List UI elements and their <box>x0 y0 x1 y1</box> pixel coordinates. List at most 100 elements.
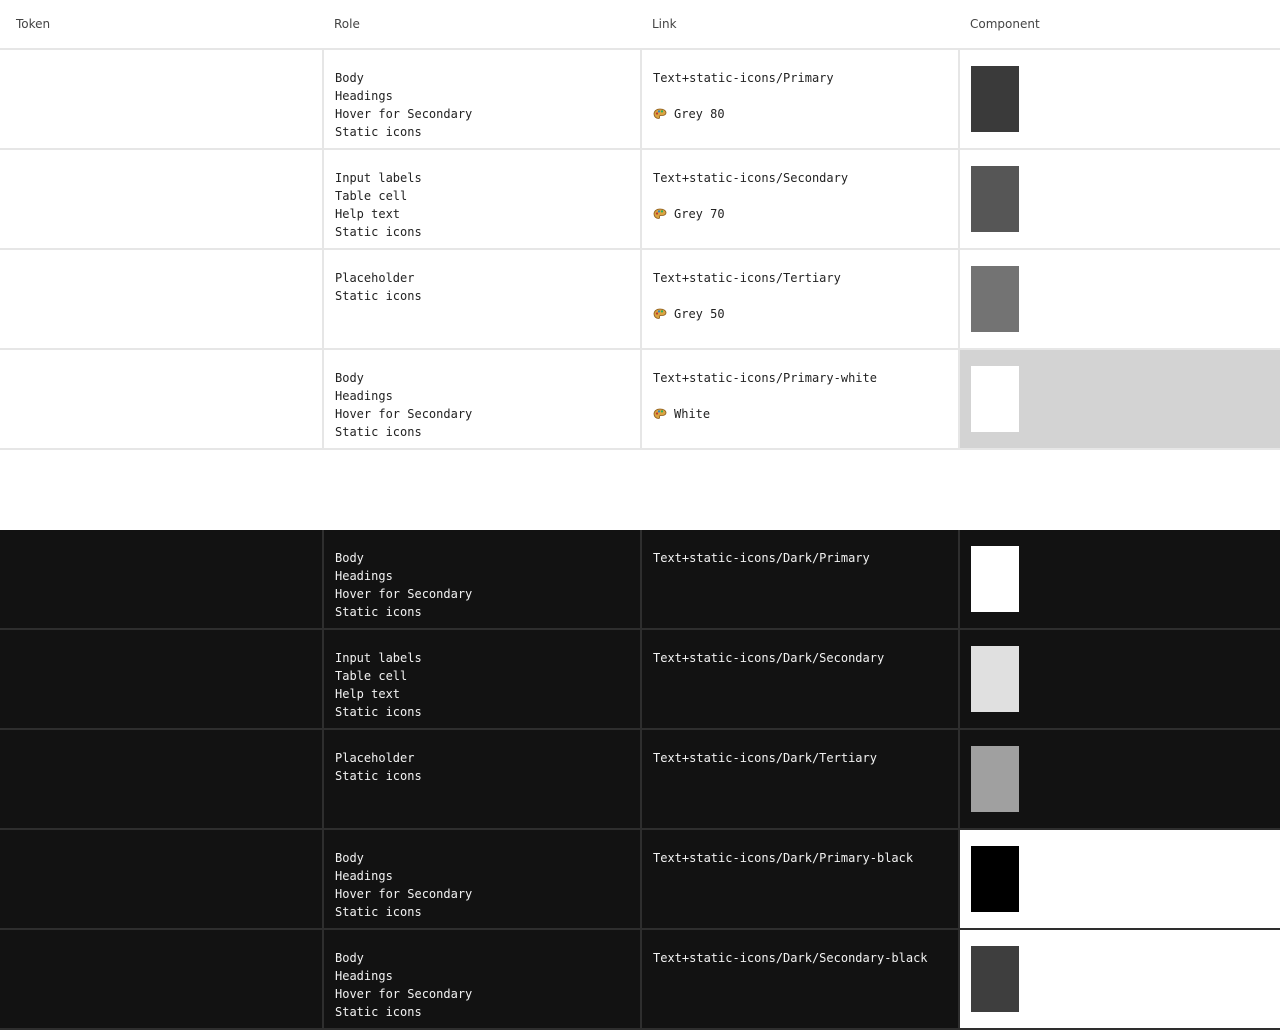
table-row: Placeholder Static icons Text+static-icons… <box>0 250 1280 350</box>
role-item: Input labels <box>335 651 422 665</box>
palette-icon <box>653 308 667 320</box>
role-item: Body <box>335 851 364 865</box>
dark-token-table: Body Headings Hover for Secondary Static ic… <box>0 530 1280 1030</box>
role-item: Body <box>335 551 364 565</box>
role-item: Table cell <box>335 189 408 203</box>
color-reference: Grey 80 <box>653 105 958 123</box>
role-item: Static icons <box>335 605 422 619</box>
color-reference-label: White <box>674 407 711 421</box>
color-reference-label: Grey 80 <box>674 107 725 121</box>
component-cell <box>958 630 1280 728</box>
role-cell: Body Headings Hover for Secondary Static ic… <box>322 830 640 928</box>
token-cell <box>0 630 322 728</box>
role-item: Input labels <box>335 171 422 185</box>
token-cell <box>0 930 322 1028</box>
component-cell <box>958 50 1280 148</box>
palette-icon <box>653 408 667 420</box>
header-link: Link <box>652 17 677 31</box>
header-component: Component <box>970 17 1040 31</box>
role-cell: Body Headings Hover for Secondary Static ic… <box>322 930 640 1028</box>
table-row: Body Headings Hover for Secondary Static ic… <box>0 930 1280 1030</box>
component-cell <box>958 730 1280 828</box>
token-link[interactable]: Text+static-icons/Tertiary <box>653 269 958 287</box>
link-cell: Text+static-icons/Dark/Primary <box>640 530 958 628</box>
role-item: Help text <box>335 687 401 701</box>
table-row: Body Headings Hover for Secondary Static ic… <box>0 530 1280 630</box>
role-item: Static icons <box>335 1005 422 1019</box>
component-cell <box>958 250 1280 348</box>
token-link[interactable]: Text+static-icons/Primary-white <box>653 369 958 387</box>
role-item: Static icons <box>335 289 422 303</box>
token-link[interactable]: Text+static-icons/Secondary <box>653 169 958 187</box>
link-cell: Text+static-icons/Dark/Primary-black <box>640 830 958 928</box>
role-item: Body <box>335 951 364 965</box>
role-item: Static icons <box>335 705 422 719</box>
palette-icon <box>653 108 667 120</box>
token-cell <box>0 530 322 628</box>
color-reference: Grey 70 <box>653 205 958 223</box>
role-item: Help text <box>335 207 401 221</box>
role-item: Static icons <box>335 769 422 783</box>
color-reference-label: Grey 70 <box>674 207 725 221</box>
role-item: Static icons <box>335 905 422 919</box>
token-link[interactable]: Text+static-icons/Primary <box>653 69 958 87</box>
role-item: Table cell <box>335 669 408 683</box>
role-item: Hover for Secondary <box>335 107 473 121</box>
role-item: Placeholder <box>335 271 415 285</box>
role-item: Hover for Secondary <box>335 987 473 1001</box>
token-cell <box>0 730 322 828</box>
color-swatch <box>971 746 1019 812</box>
component-cell <box>958 150 1280 248</box>
token-cell <box>0 830 322 928</box>
color-swatch <box>971 546 1019 612</box>
link-cell: Text+static-icons/Dark/Secondary <box>640 630 958 728</box>
role-item: Placeholder <box>335 751 415 765</box>
table-row: Input labels Table cell Help text Static ic… <box>0 630 1280 730</box>
color-reference: Grey 50 <box>653 305 958 323</box>
table-row: Body Headings Hover for Secondary Static ic… <box>0 830 1280 930</box>
token-link[interactable]: Text+static-icons/Dark/Primary-black <box>653 849 958 867</box>
component-cell <box>958 530 1280 628</box>
section-spacer <box>0 450 1280 530</box>
link-cell: Text+static-icons/Primary Grey 80 <box>640 50 958 148</box>
component-cell <box>958 930 1280 1028</box>
color-swatch <box>971 846 1019 912</box>
color-swatch <box>971 946 1019 1012</box>
role-cell: Placeholder Static icons <box>322 730 640 828</box>
token-cell <box>0 150 322 248</box>
light-token-table: Body Headings Hover for Secondary Static ic… <box>0 50 1280 450</box>
role-item: Headings <box>335 969 393 983</box>
token-cell <box>0 250 322 348</box>
link-cell: Text+static-icons/Tertiary Grey 50 <box>640 250 958 348</box>
token-link[interactable]: Text+static-icons/Dark/Secondary <box>653 649 958 667</box>
component-cell <box>958 350 1280 448</box>
role-item: Static icons <box>335 225 422 239</box>
token-cell <box>0 50 322 148</box>
palette-icon <box>653 208 667 220</box>
component-cell <box>958 830 1280 928</box>
color-swatch <box>971 366 1019 432</box>
role-item: Hover for Secondary <box>335 587 473 601</box>
role-item: Body <box>335 371 364 385</box>
token-cell <box>0 350 322 448</box>
role-item: Hover for Secondary <box>335 407 473 421</box>
link-cell: Text+static-icons/Secondary Grey 70 <box>640 150 958 248</box>
color-swatch <box>971 646 1019 712</box>
table-row: Placeholder Static icons Text+static-icons… <box>0 730 1280 830</box>
link-cell: Text+static-icons/Primary-white White <box>640 350 958 448</box>
role-cell: Input labels Table cell Help text Static ic… <box>322 630 640 728</box>
role-item: Static icons <box>335 425 422 439</box>
token-link[interactable]: Text+static-icons/Dark/Primary <box>653 549 958 567</box>
token-link[interactable]: Text+static-icons/Dark/Secondary-black <box>653 949 958 967</box>
table-row: Body Headings Hover for Secondary Static ic… <box>0 50 1280 150</box>
link-cell: Text+static-icons/Dark/Tertiary <box>640 730 958 828</box>
role-cell: Placeholder Static icons <box>322 250 640 348</box>
role-item: Headings <box>335 389 393 403</box>
color-reference-label: Grey 50 <box>674 307 725 321</box>
header-token: Token <box>16 17 51 31</box>
role-item: Body <box>335 71 364 85</box>
role-item: Headings <box>335 569 393 583</box>
token-link[interactable]: Text+static-icons/Dark/Tertiary <box>653 749 958 767</box>
header-role: Role <box>334 17 360 31</box>
table-row: Input labels Table cell Help text Static ic… <box>0 150 1280 250</box>
